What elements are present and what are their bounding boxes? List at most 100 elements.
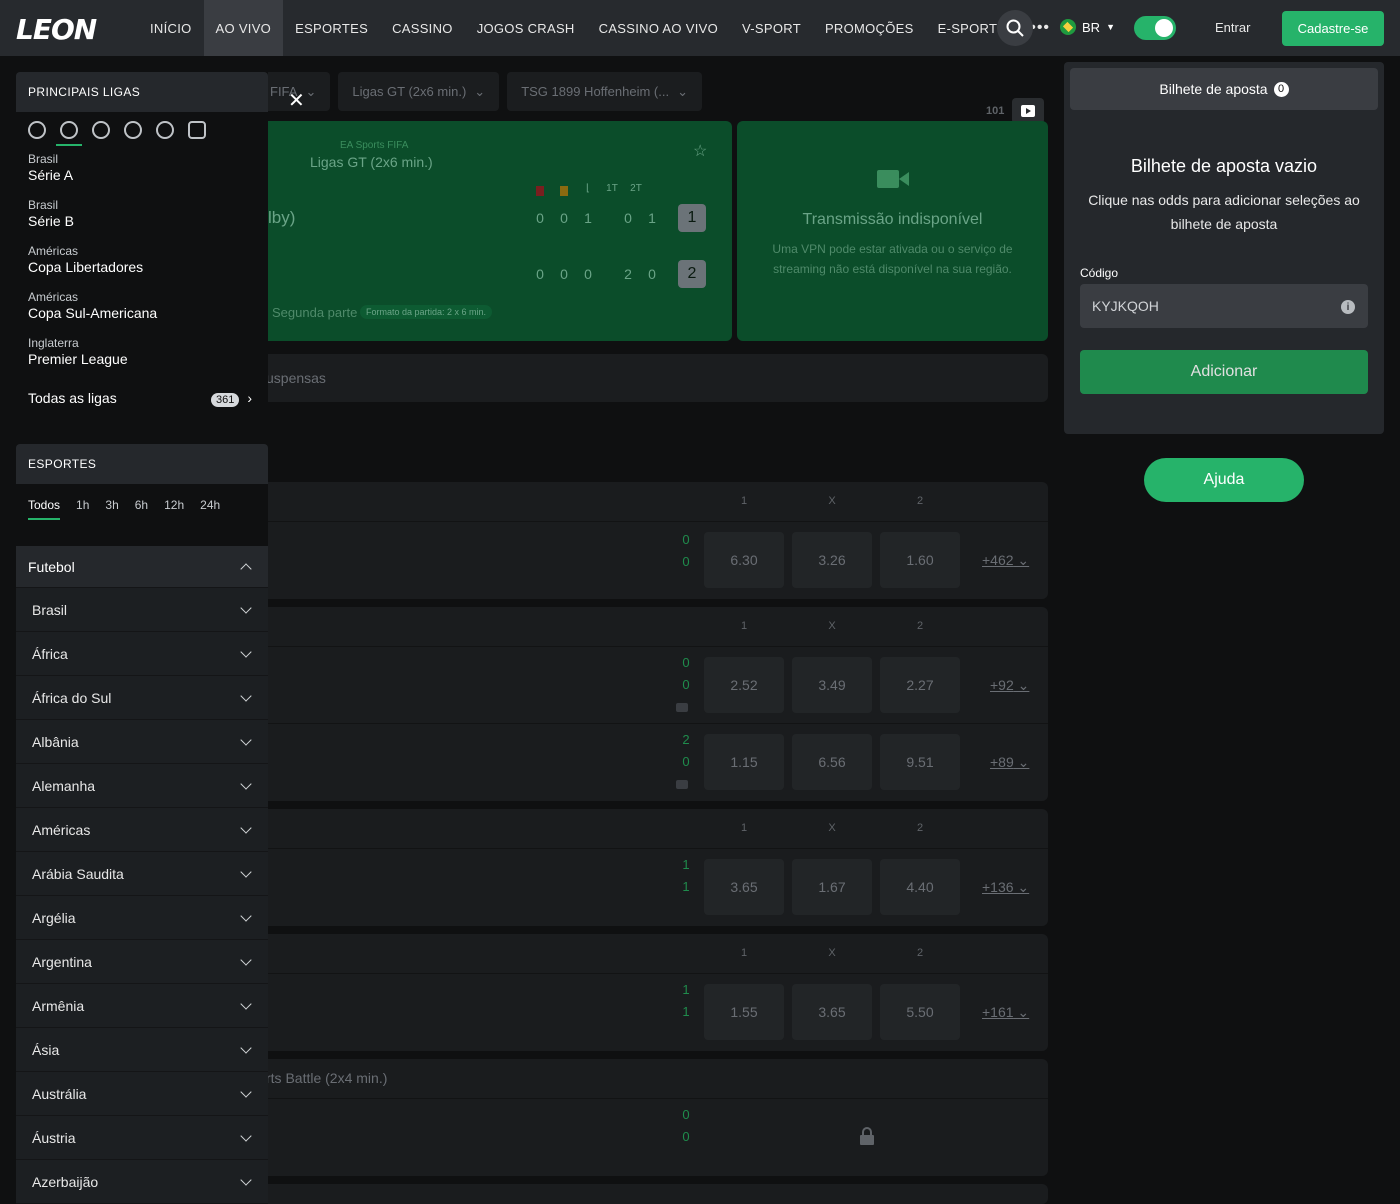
betslip-empty-title: Bilhete de aposta vazio (1130, 156, 1318, 176)
gamepad-icon[interactable] (188, 121, 206, 139)
chip-team[interactable]: TSG 1899 Hoffenheim (... ⌄ (507, 72, 702, 111)
favorite-star-icon[interactable]: ☆ (693, 141, 707, 161)
event-row[interactable]: 1 1 1.55 3.65 5.50 +161 ⌄ (230, 974, 1048, 1051)
basketball-icon[interactable] (92, 121, 110, 139)
country-item[interactable]: Arábia Saudita (16, 852, 268, 896)
leon-logo[interactable]: LEON (16, 13, 97, 46)
time-filter-6h[interactable]: 6h (135, 498, 148, 512)
nav-v-sport[interactable]: V-SPORT (730, 0, 813, 56)
league-item[interactable]: Américas Copa Libertadores (16, 240, 268, 286)
time-filter-3h[interactable]: 3h (105, 498, 118, 512)
country-item[interactable]: Brasil (16, 588, 268, 632)
nav-promocoes[interactable]: PROMOÇÕES (813, 0, 926, 56)
more-markets-link[interactable]: +161 ⌄ (982, 1004, 1029, 1021)
chip-league[interactable]: Ligas GT (2x6 min.) ⌄ (338, 72, 500, 111)
add-code-button[interactable]: Adicionar (1080, 350, 1368, 394)
event-row[interactable]: 2 0 1.15 6.56 9.51 +89 ⌄ (230, 724, 1048, 801)
soccer-ball-icon[interactable] (56, 121, 82, 146)
lock-icon (860, 1127, 874, 1145)
nav-ao-vivo[interactable]: AO VIVO (203, 0, 284, 56)
odd-away[interactable]: 9.51 (880, 734, 960, 790)
theme-toggle[interactable] (1134, 16, 1176, 40)
event-row[interactable]: 0 0 (230, 1099, 1048, 1176)
odd-draw[interactable]: 6.56 (792, 734, 872, 790)
close-sidebar-icon[interactable]: ✕ (288, 88, 305, 113)
info-icon[interactable]: i (1341, 300, 1355, 314)
away-score: 1 (682, 1004, 690, 1019)
help-button[interactable]: Ajuda (1144, 458, 1304, 502)
odds-header: 1 X 2 (230, 607, 1048, 647)
country-item[interactable]: Alemanha (16, 764, 268, 808)
time-filter-24h[interactable]: 24h (200, 498, 220, 512)
more-markets-link[interactable]: +136 ⌄ (982, 879, 1029, 896)
sport-icons (16, 112, 268, 148)
language-selector[interactable]: BR ▼ (1060, 19, 1115, 35)
country-item[interactable]: Américas (16, 808, 268, 852)
country-item[interactable]: Argentina (16, 940, 268, 984)
country-item[interactable]: Argélia (16, 896, 268, 940)
nav-jogos-crash[interactable]: JOGOS CRASH (465, 0, 587, 56)
code-input[interactable] (1080, 284, 1368, 328)
country-item[interactable]: Austrália (16, 1072, 268, 1116)
time-filter-1h[interactable]: 1h (76, 498, 89, 512)
event-row[interactable]: 0 0 2.52 3.49 2.27 +92 ⌄ (230, 647, 1048, 724)
odd-away[interactable]: 4.40 (880, 859, 960, 915)
odd-away[interactable]: 1.60 (880, 532, 960, 588)
odd-away[interactable]: 2.27 (880, 657, 960, 713)
more-markets-link[interactable]: +462 ⌄ (982, 552, 1029, 569)
suspended-toggle[interactable]: uspensas (230, 354, 1048, 402)
country-item[interactable]: Albânia (16, 720, 268, 764)
chevron-down-icon (240, 997, 252, 1010)
country-item[interactable]: Ásia (16, 1028, 268, 1072)
country-item[interactable]: Armênia (16, 984, 268, 1028)
all-leagues-link[interactable]: Todas as ligas 361 › (16, 378, 268, 418)
odd-draw[interactable]: 3.49 (792, 657, 872, 713)
more-markets-link[interactable]: +92 ⌄ (990, 677, 1029, 694)
scoreboard-icon[interactable]: 101 (986, 105, 1004, 117)
betslip-tab[interactable]: Bilhete de aposta 0 (1070, 68, 1378, 110)
league-item[interactable]: Inglaterra Premier League (16, 332, 268, 378)
country-item[interactable]: Azerbaijão (16, 1160, 268, 1204)
more-markets-link[interactable]: +89 ⌄ (990, 754, 1029, 771)
league-item[interactable]: Américas Copa Sul-Americana (16, 286, 268, 332)
odd-draw[interactable]: 3.65 (792, 984, 872, 1040)
all-leagues-label: Todas as ligas (28, 390, 117, 406)
odd-home[interactable]: 6.30 (704, 532, 784, 588)
sport-label: Futebol (28, 558, 75, 575)
time-filter-12h[interactable]: 12h (164, 498, 184, 512)
event-row[interactable]: 0 0 6.30 3.26 1.60 +462 ⌄ (230, 522, 1048, 599)
sport-futebol[interactable]: Futebol (16, 546, 268, 588)
nav-cassino[interactable]: CASSINO (380, 0, 465, 56)
odd-away[interactable]: 5.50 (880, 984, 960, 1040)
time-filter-all[interactable]: Todos (28, 498, 61, 520)
league-item[interactable]: Brasil Série B (16, 194, 268, 240)
country-item[interactable]: Áustria (16, 1116, 268, 1160)
country-item[interactable]: África do Sul (16, 676, 268, 720)
hockey-icon[interactable] (156, 121, 174, 139)
odd-home[interactable]: 1.55 (704, 984, 784, 1040)
more-count: +136 (982, 879, 1014, 895)
popular-icon[interactable] (28, 121, 46, 139)
home-score: 1 (682, 857, 690, 872)
login-link[interactable]: Entrar (1215, 20, 1250, 35)
nav-cassino-ao-vivo[interactable]: CASSINO AO VIVO (587, 0, 730, 56)
volleyball-icon[interactable] (124, 121, 142, 139)
odd-home[interactable]: 1.15 (704, 734, 784, 790)
odd-home[interactable]: 3.65 (704, 859, 784, 915)
event-row[interactable]: 1 1 3.65 1.67 4.40 +136 ⌄ (230, 849, 1048, 926)
stat-cell: 1 (584, 210, 592, 226)
country-item[interactable]: África (16, 632, 268, 676)
country-label: Armênia (32, 997, 85, 1014)
country-label: Arábia Saudita (32, 865, 124, 882)
signup-button[interactable]: Cadastre-se (1282, 11, 1384, 46)
nav-inicio[interactable]: INÍCIO (138, 0, 204, 56)
odd-home[interactable]: 2.52 (704, 657, 784, 713)
odd-draw[interactable]: 3.26 (792, 532, 872, 588)
search-button[interactable] (997, 10, 1033, 46)
odd-draw[interactable]: 1.67 (792, 859, 872, 915)
chip-label: TSG 1899 Hoffenheim (... (521, 84, 670, 99)
league-item[interactable]: Brasil Série A (16, 148, 268, 194)
stat-cell: 0 (560, 266, 568, 282)
nav-esportes[interactable]: ESPORTES (283, 0, 380, 56)
away-score: 0 (682, 1129, 690, 1144)
